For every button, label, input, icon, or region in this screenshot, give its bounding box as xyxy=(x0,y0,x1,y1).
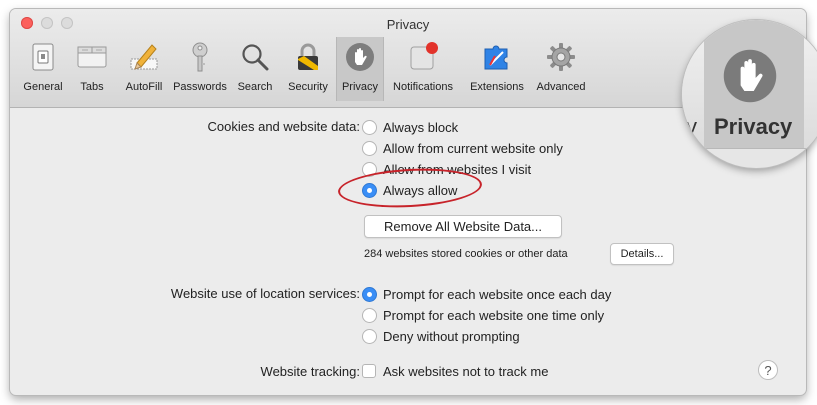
location-option-deny[interactable]: Deny without prompting xyxy=(362,326,520,346)
hand-icon xyxy=(346,43,374,71)
tab-tabs[interactable]: Tabs xyxy=(70,37,114,101)
cookie-option-always-block[interactable]: Always block xyxy=(362,117,458,137)
pencil-icon xyxy=(130,44,158,70)
tab-passwords[interactable]: Passwords xyxy=(170,37,230,101)
location-option-once-each-day[interactable]: Prompt for each website once each day xyxy=(362,284,611,304)
magnifier-icon xyxy=(242,44,269,71)
stored-cookies-count: 284 websites stored cookies or other dat… xyxy=(364,248,568,260)
tab-label: Privacy xyxy=(341,81,379,93)
gear-icon xyxy=(547,43,575,71)
details-button[interactable]: Details... xyxy=(610,243,674,265)
help-button[interactable]: ? xyxy=(758,360,778,380)
tabs-icon xyxy=(77,46,107,68)
option-label: Prompt for each website one time only xyxy=(383,307,605,323)
magnified-label-fragment-left: y xyxy=(686,114,697,139)
radio-button[interactable] xyxy=(362,307,377,323)
radio-button-selected[interactable] xyxy=(362,286,377,302)
tab-search[interactable]: Search xyxy=(232,37,278,101)
tab-label: Advanced xyxy=(536,81,586,93)
option-label: Deny without prompting xyxy=(383,328,520,344)
tab-label: General xyxy=(23,81,63,93)
tab-label: AutoFill xyxy=(125,81,163,93)
general-switch-icon xyxy=(32,43,54,71)
tab-extensions[interactable]: Extensions xyxy=(464,37,530,101)
lock-icon xyxy=(298,43,318,70)
checkbox[interactable] xyxy=(362,364,376,378)
hand-icon xyxy=(723,49,777,103)
website-tracking-label: Website tracking: xyxy=(260,364,360,379)
tab-general[interactable]: General xyxy=(20,37,66,101)
option-label: Prompt for each website once each day xyxy=(383,286,612,302)
tab-label: Search xyxy=(237,81,273,93)
tab-advanced[interactable]: Advanced xyxy=(532,37,590,101)
checkbox-label: Ask websites not to track me xyxy=(383,363,549,379)
location-services-label: Website use of location services: xyxy=(170,286,360,301)
puzzle-icon xyxy=(484,45,508,70)
tab-label: Security xyxy=(288,81,328,93)
radio-button[interactable] xyxy=(362,328,377,344)
tab-privacy[interactable]: Privacy xyxy=(336,37,384,101)
radio-button[interactable] xyxy=(362,119,377,135)
tab-label: Extensions xyxy=(470,81,524,93)
magnifier-callout: y Privacy N xyxy=(682,20,817,168)
magnified-privacy-label: Privacy xyxy=(714,114,793,139)
tab-security[interactable]: Security xyxy=(280,37,336,101)
cookies-label: Cookies and website data: xyxy=(207,119,360,134)
option-label: Allow from current website only xyxy=(383,140,563,156)
tab-label: Notifications xyxy=(393,81,453,93)
privacy-pane: Cookies and website data: Always block A… xyxy=(10,108,806,395)
option-label: Always block xyxy=(383,119,459,135)
tab-autofill[interactable]: AutoFill xyxy=(118,37,170,101)
tab-label: Tabs xyxy=(80,81,104,93)
tab-notifications[interactable]: Notifications xyxy=(384,37,462,101)
tab-label: Passwords xyxy=(173,81,227,93)
remove-all-website-data-button[interactable]: Remove All Website Data... xyxy=(364,215,562,238)
cookie-option-current-website[interactable]: Allow from current website only xyxy=(362,138,563,158)
radio-button[interactable] xyxy=(362,140,377,156)
key-icon xyxy=(192,42,208,72)
do-not-track-option[interactable]: Ask websites not to track me xyxy=(362,361,548,381)
notification-badge-icon xyxy=(410,42,438,70)
location-option-one-time-only[interactable]: Prompt for each website one time only xyxy=(362,305,604,325)
